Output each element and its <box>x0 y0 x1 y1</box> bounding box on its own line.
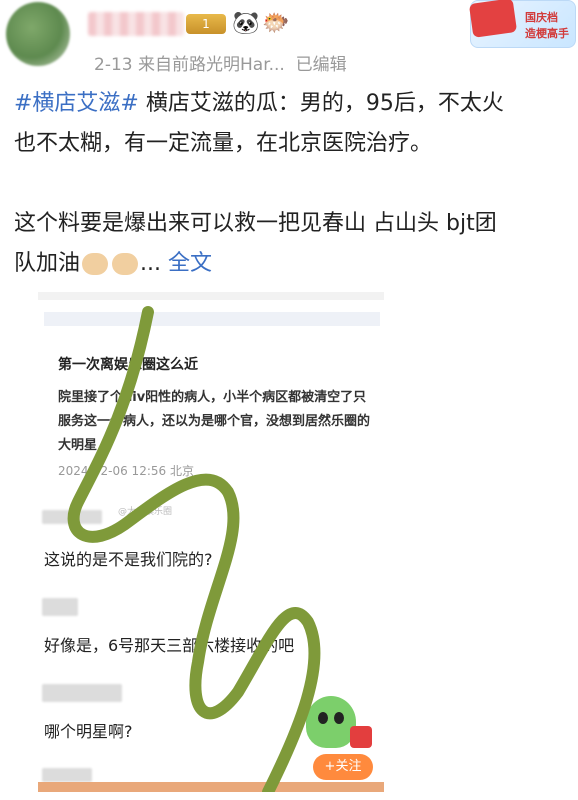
post-line1: 横店艾滋的瓜：男的，95后，不太火 <box>138 91 504 116</box>
fist-bump-icon <box>82 253 109 275</box>
post-meta-prefix: 2-13 来自 <box>94 55 172 75</box>
holiday-stamp: 国庆档 造梗高手 <box>468 0 576 48</box>
avatar[interactable] <box>6 2 70 66</box>
squiggle-line <box>67 306 321 792</box>
post-line4-prefix: 队加油 <box>14 251 81 276</box>
panda-icon: 🐼 <box>232 11 260 36</box>
stamp-line2: 造梗高手 <box>525 27 569 40</box>
post-meta: 2-13 来自前路光明Har... 已编辑 <box>94 50 347 75</box>
level-badge: 1 <box>186 14 226 34</box>
stamp-flag-icon <box>468 0 518 38</box>
post-source[interactable]: 前路光明Har... <box>172 55 285 75</box>
post-line4-suffix: ... <box>140 251 161 276</box>
expand-full-text-link[interactable]: 全文 <box>168 251 212 276</box>
squiggle-overlay <box>67 306 321 792</box>
edited-label: 已编辑 <box>295 55 347 75</box>
post-text: #横店艾滋# 横店艾滋的瓜：男的，95后，不太火 也不太糊，有一定流量，在北京医… <box>14 84 564 284</box>
post-line2: 也不太糊，有一定流量，在北京医院治疗。 <box>14 131 433 156</box>
pufferfish-icon: 🐡 <box>262 11 290 36</box>
username-blurred[interactable] <box>88 12 184 36</box>
post-line3: 这个料要是爆出来可以救一把见春山 占山头 bjt团 <box>14 211 497 236</box>
stamp-line1: 国庆档 <box>525 11 558 24</box>
attached-image[interactable]: 第一次离娱乐圈这么近 院里接了个hiv阳性的病人，小半个病区都被清空了只服务这一… <box>38 292 384 792</box>
hashtag-link[interactable]: #横店艾滋# <box>14 91 139 116</box>
fist-bump-icon <box>112 253 139 275</box>
